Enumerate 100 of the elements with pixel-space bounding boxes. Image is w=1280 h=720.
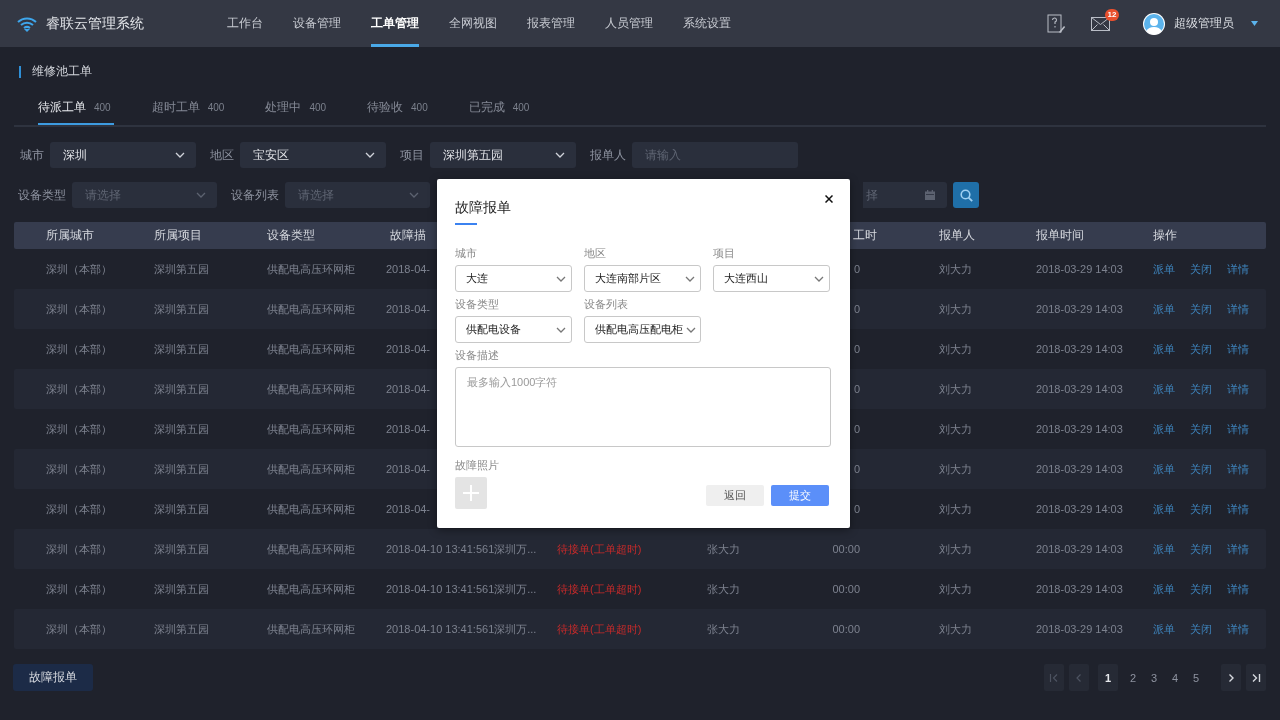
row-action-link[interactable]: 派单 bbox=[1153, 461, 1175, 477]
page-number[interactable]: 1 bbox=[1098, 664, 1118, 691]
mail-icon[interactable] bbox=[1091, 16, 1110, 31]
row-action-link[interactable]: 派单 bbox=[1153, 501, 1175, 517]
table-cell: 深圳第五园 bbox=[154, 582, 209, 595]
row-action-link[interactable]: 派单 bbox=[1153, 581, 1175, 597]
help-document-icon[interactable] bbox=[1047, 13, 1066, 34]
table-cell: 0 bbox=[853, 423, 860, 435]
table-cell: 供配电高压环网柜 bbox=[267, 462, 355, 475]
column-header: 所属城市 bbox=[46, 228, 94, 242]
row-action-link[interactable]: 关闭 bbox=[1190, 501, 1212, 517]
avatar-icon[interactable] bbox=[1143, 12, 1165, 35]
filter-select[interactable]: 宝安区 bbox=[240, 142, 386, 168]
row-action-link[interactable]: 详情 bbox=[1227, 421, 1249, 437]
table-cell: 0 bbox=[853, 463, 860, 475]
status-tab[interactable]: 待派工单 400 bbox=[38, 92, 114, 125]
nav-tab[interactable]: 全网视图 bbox=[449, 0, 497, 47]
filter-label: 设备列表 bbox=[231, 186, 279, 204]
table-cell: 00:00 bbox=[832, 543, 860, 555]
back-button[interactable]: 返回 bbox=[706, 485, 764, 506]
table-cell: 深圳第五园 bbox=[154, 462, 209, 475]
row-action-link[interactable]: 派单 bbox=[1153, 301, 1175, 317]
row-action-link[interactable]: 详情 bbox=[1227, 621, 1249, 637]
table-cell: 供配电高压环网柜 bbox=[267, 422, 355, 435]
row-action-link[interactable]: 关闭 bbox=[1190, 621, 1212, 637]
dropdown-select[interactable]: 大连西山 bbox=[713, 265, 830, 292]
chevron-down-icon bbox=[555, 152, 565, 158]
row-action-link[interactable]: 详情 bbox=[1227, 261, 1249, 277]
table-cell: 供配电高压环网柜 bbox=[267, 382, 355, 395]
status-tab[interactable]: 待验收 400 bbox=[367, 92, 431, 125]
dropdown-select[interactable]: 供配电设备 bbox=[455, 316, 572, 343]
table-cell: 0 bbox=[853, 303, 860, 315]
page-number[interactable]: 4 bbox=[1165, 664, 1185, 691]
table-cell: 深圳第五园 bbox=[154, 382, 209, 395]
row-action-link[interactable]: 详情 bbox=[1227, 501, 1249, 517]
row-action-link[interactable]: 关闭 bbox=[1190, 261, 1212, 277]
table-cell: 深圳（本部） bbox=[46, 502, 112, 515]
search-button[interactable] bbox=[953, 182, 979, 208]
table-cell: 2018-03-29 14:03 bbox=[1036, 303, 1123, 315]
row-action-link[interactable]: 关闭 bbox=[1190, 461, 1212, 477]
last-page-button[interactable] bbox=[1246, 664, 1266, 691]
submit-button[interactable]: 提交 bbox=[771, 485, 829, 506]
row-action-link[interactable]: 派单 bbox=[1153, 261, 1175, 277]
status-tab[interactable]: 超时工单 400 bbox=[151, 92, 228, 125]
row-action-link[interactable]: 关闭 bbox=[1190, 341, 1212, 357]
row-action-link[interactable]: 派单 bbox=[1153, 541, 1175, 557]
nav-tab[interactable]: 设备管理 bbox=[293, 0, 341, 47]
table-cell: 0 bbox=[853, 383, 860, 395]
table-cell: 深圳（本部） bbox=[46, 382, 112, 395]
row-action-link[interactable]: 详情 bbox=[1227, 581, 1249, 597]
close-icon[interactable] bbox=[825, 195, 833, 203]
row-action-link[interactable]: 派单 bbox=[1153, 381, 1175, 397]
table-cell: 刘大力 bbox=[939, 382, 972, 395]
row-action-link[interactable]: 详情 bbox=[1227, 541, 1249, 557]
status-text: 待接单(工单超时) bbox=[557, 622, 642, 635]
section-title: 维修池工单 bbox=[32, 63, 92, 80]
nav-tab[interactable]: 系统设置 bbox=[683, 0, 731, 47]
row-action-link[interactable]: 派单 bbox=[1153, 421, 1175, 437]
table-cell: 2018-04-10 13:41:561深圳万... bbox=[386, 542, 537, 555]
dropdown-select[interactable]: 供配电高压配电柜 bbox=[584, 316, 701, 343]
user-name[interactable]: 超级管理员 bbox=[1174, 15, 1234, 32]
dropdown-select[interactable]: 大连 bbox=[455, 265, 572, 292]
row-action-link[interactable]: 详情 bbox=[1227, 301, 1249, 317]
table-cell: 深圳第五园 bbox=[154, 502, 209, 515]
table-cell: 2018-03-29 14:03 bbox=[1036, 503, 1123, 515]
table-cell: 刘大力 bbox=[939, 302, 972, 315]
column-header: 报单时间 bbox=[1036, 228, 1084, 242]
table-cell: 供配电高压环网柜 bbox=[267, 542, 355, 555]
row-action-link[interactable]: 关闭 bbox=[1190, 301, 1212, 317]
chevron-down-icon bbox=[686, 326, 696, 333]
row-action-link[interactable]: 详情 bbox=[1227, 381, 1249, 397]
status-tab[interactable]: 已完成 400 bbox=[468, 92, 533, 125]
field-label: 设备描述 bbox=[455, 348, 500, 362]
row-action-link[interactable]: 关闭 bbox=[1190, 421, 1212, 437]
row-action-link[interactable]: 详情 bbox=[1227, 461, 1249, 477]
nav-tab[interactable]: 工单管理 bbox=[371, 0, 419, 47]
nav-tab[interactable]: 人员管理 bbox=[605, 0, 653, 47]
page-number[interactable]: 3 bbox=[1144, 664, 1164, 691]
row-action-link[interactable]: 关闭 bbox=[1190, 381, 1212, 397]
table-cell: 2018-03-29 14:03 bbox=[1036, 343, 1123, 355]
filter-select[interactable]: 深圳第五园 bbox=[430, 142, 576, 168]
table-cell: 供配电高压环网柜 bbox=[267, 302, 355, 315]
status-tab[interactable]: 处理中 400 bbox=[265, 92, 330, 125]
nav-tab[interactable]: 工作台 bbox=[227, 0, 263, 47]
dropdown-select[interactable]: 大连南部片区 bbox=[584, 265, 701, 292]
nav-tab[interactable]: 报表管理 bbox=[527, 0, 575, 47]
row-action-link[interactable]: 派单 bbox=[1153, 341, 1175, 357]
description-textarea[interactable]: 最多输入1000字符 bbox=[455, 367, 831, 447]
row-action-link[interactable]: 关闭 bbox=[1190, 541, 1212, 557]
row-action-link[interactable]: 详情 bbox=[1227, 341, 1249, 357]
filter-select[interactable]: 深圳 bbox=[50, 142, 196, 168]
row-action-link[interactable]: 关闭 bbox=[1190, 581, 1212, 597]
next-page-button[interactable] bbox=[1221, 664, 1241, 691]
table-cell: 2018-03-29 14:03 bbox=[1036, 383, 1123, 395]
page-number[interactable]: 2 bbox=[1123, 664, 1143, 691]
report-fault-button[interactable]: 故障报单 bbox=[13, 664, 93, 691]
page-number[interactable]: 5 bbox=[1186, 664, 1206, 691]
table-cell: 2018-04- bbox=[386, 263, 431, 275]
caret-down-icon[interactable] bbox=[1251, 21, 1258, 26]
row-action-link[interactable]: 派单 bbox=[1153, 621, 1175, 637]
